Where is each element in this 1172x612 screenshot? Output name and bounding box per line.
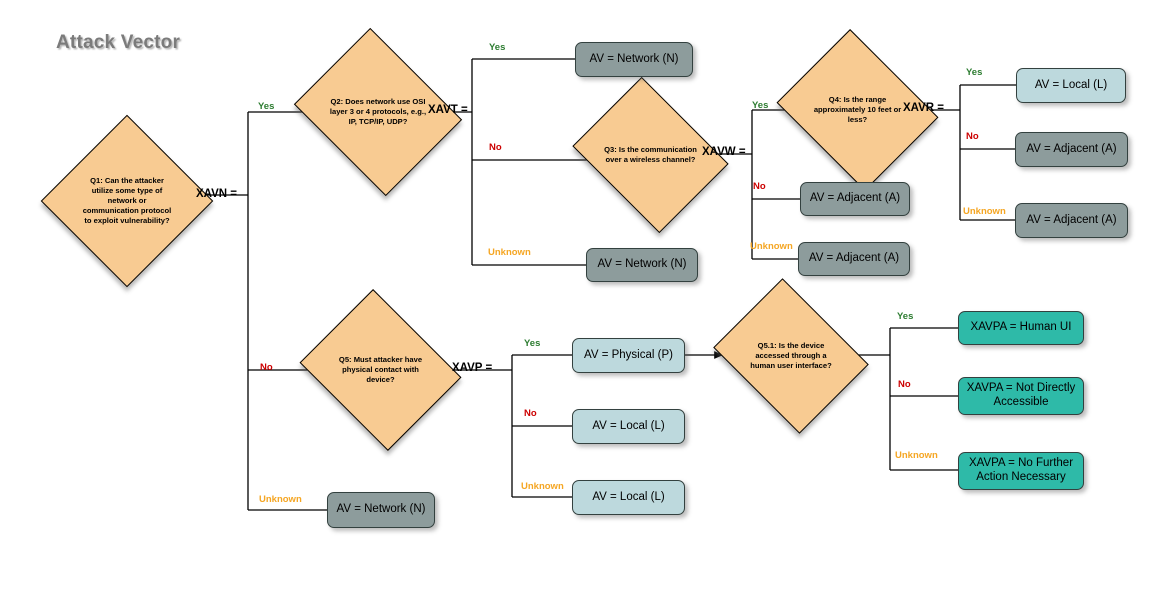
- edge-label-q51-unknown: Unknown: [895, 450, 938, 461]
- result-box-q3-no[interactable]: AV = Adjacent (A): [800, 182, 910, 216]
- edge-label-q4-unknown: Unknown: [963, 206, 1006, 217]
- edge-label-q2-yes: Yes: [489, 42, 506, 53]
- decision-q1[interactable]: Q1: Can the attacker utilize some type o…: [40, 114, 214, 288]
- decision-q5-label: Q5: Must attacker have physical contact …: [338, 354, 423, 384]
- edge-label-q2-no: No: [489, 142, 502, 153]
- edge-label-q5-unknown: Unknown: [521, 481, 564, 492]
- var-label-xavn: XAVN =: [196, 188, 238, 200]
- var-label-xavw: XAVW =: [702, 146, 746, 158]
- var-label-xavp: XAVP =: [452, 362, 493, 374]
- decision-q51[interactable]: Q5.1: Is the device accessed through a h…: [713, 278, 869, 434]
- edge-label-q5-no: No: [524, 408, 537, 419]
- decision-q2-label: Q2: Does network use OSI layer 3 or 4 pr…: [329, 96, 427, 126]
- connector-lines: [188, 58, 1016, 511]
- result-box-q1-unknown[interactable]: AV = Network (N): [327, 492, 435, 528]
- decision-q2[interactable]: Q2: Does network use OSI layer 3 or 4 pr…: [293, 27, 463, 197]
- edge-label-q3-unknown: Unknown: [750, 241, 793, 252]
- edge-label-q51-no: No: [898, 379, 911, 390]
- edge-label-q4-yes: Yes: [966, 67, 983, 78]
- flowchart-canvas: Attack Vector Q1: Can the attacker utili…: [0, 0, 1172, 612]
- page-title: Attack Vector: [56, 32, 181, 53]
- edge-label-q3-no: No: [753, 181, 766, 192]
- result-box-q2-yes[interactable]: AV = Network (N): [575, 42, 693, 77]
- result-box-q51-unknown[interactable]: XAVPA = No Further Action Necessary: [958, 452, 1084, 490]
- edge-label-q1-yes: Yes: [258, 101, 275, 112]
- edge-label-q1-unknown: Unknown: [259, 494, 302, 505]
- result-box-q4-unknown[interactable]: AV = Adjacent (A): [1015, 203, 1128, 238]
- result-box-q5-no[interactable]: AV = Local (L): [572, 409, 685, 444]
- decision-q3-label: Q3: Is the communication over a wireless…: [604, 144, 697, 164]
- decision-q5[interactable]: Q5: Must attacker have physical contact …: [299, 289, 462, 451]
- result-box-q4-yes[interactable]: AV = Local (L): [1016, 68, 1126, 103]
- edge-label-q1-no: No: [260, 362, 273, 373]
- decision-q1-label: Q1: Can the attacker utilize some type o…: [82, 175, 172, 226]
- var-label-xavr: XAVR =: [903, 102, 945, 114]
- result-box-q2-unknown[interactable]: AV = Network (N): [586, 248, 698, 282]
- decision-q3[interactable]: Q3: Is the communication over a wireless…: [572, 76, 729, 234]
- result-box-q4-no[interactable]: AV = Adjacent (A): [1015, 132, 1128, 167]
- edge-label-q3-yes: Yes: [752, 100, 769, 111]
- result-box-q51-no[interactable]: XAVPA = Not Directly Accessible: [958, 377, 1084, 415]
- edge-label-q51-yes: Yes: [897, 311, 914, 322]
- decision-q4[interactable]: Q4: Is the range approximately 10 feet o…: [776, 29, 939, 191]
- var-label-xavt: XAVT =: [428, 104, 468, 116]
- edge-label-q4-no: No: [966, 131, 979, 142]
- edge-label-q5-yes: Yes: [524, 338, 541, 349]
- result-box-q5-unknown[interactable]: AV = Local (L): [572, 480, 685, 515]
- result-box-q5-yes[interactable]: AV = Physical (P): [572, 338, 685, 373]
- edge-label-q2-unknown: Unknown: [488, 247, 531, 258]
- result-box-q51-yes[interactable]: XAVPA = Human UI: [958, 311, 1084, 345]
- decision-q51-label: Q5.1: Is the device accessed through a h…: [750, 340, 832, 370]
- decision-q4-label: Q4: Is the range approximately 10 feet o…: [813, 94, 902, 124]
- result-box-q3-unknown[interactable]: AV = Adjacent (A): [798, 242, 910, 276]
